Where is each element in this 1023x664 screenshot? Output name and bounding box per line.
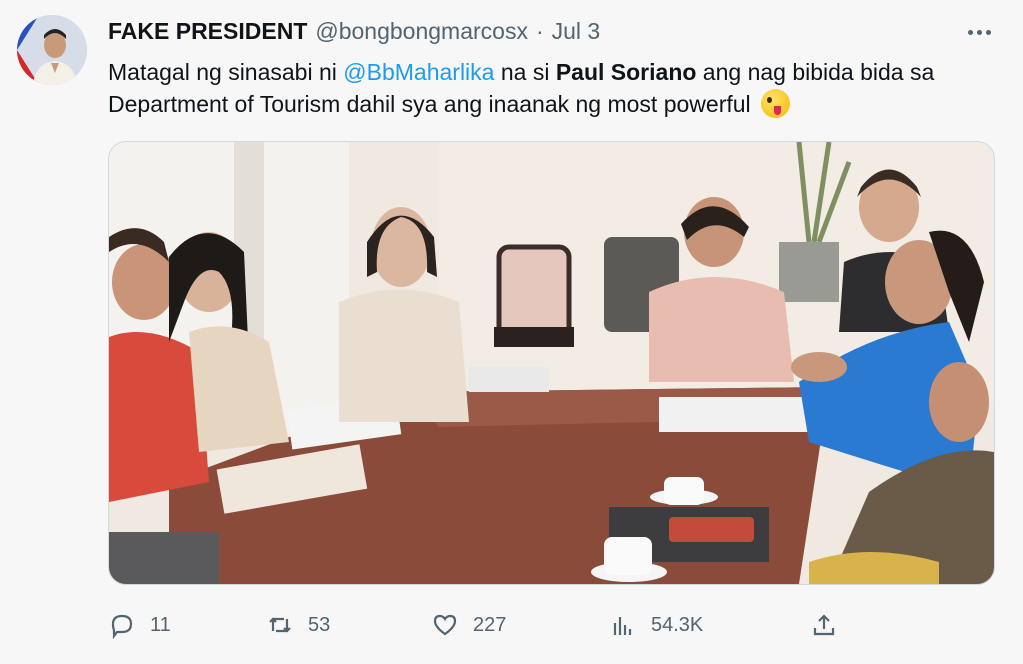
like-count: 227 [473,613,507,636]
bar-chart-icon [613,617,632,635]
reply-button[interactable]: 11 [108,607,171,643]
reply-count: 11 [150,613,171,636]
speech-bubble-icon [111,614,133,639]
retweet-count: 53 [308,613,331,636]
heart-icon [433,614,457,636]
views-count: 54.3K [651,613,704,636]
tweet-photo[interactable] [108,141,995,585]
more-options-icon[interactable] [962,20,996,44]
meeting-photo-image [109,142,994,584]
retweet-arrows-icon [269,617,291,633]
separator-dot: · [535,17,544,44]
tweet-text-part-1: Matagal ng sinasabi ni [108,59,344,85]
tweet-actions-bar: 11 53 227 54.3K [108,607,848,643]
author-handle[interactable]: @bongbongmarcosx [315,18,528,45]
views-button[interactable]: 54.3K [609,607,703,643]
mention-link[interactable]: @BbMaharlika [343,59,494,85]
author-avatar[interactable] [17,15,87,85]
tweet-date[interactable]: Jul 3 [552,18,601,45]
author-name[interactable]: FAKE PRESIDENT [108,18,307,45]
tweet-header: FAKE PRESIDENT @bongbongmarcosx · Jul 3 [108,16,600,46]
upload-arrow-icon [813,614,835,636]
like-button[interactable]: 227 [431,607,506,643]
avatar-portrait-image [17,15,87,85]
share-button[interactable] [810,607,838,643]
tweet-text-part-2: na si [494,59,556,85]
winking-face-with-tongue-icon [761,89,791,118]
tweet-text: Matagal ng sinasabi ni @BbMaharlika na s… [108,56,988,120]
retweet-button[interactable]: 53 [266,607,330,643]
bold-name: Paul Soriano [555,59,697,85]
